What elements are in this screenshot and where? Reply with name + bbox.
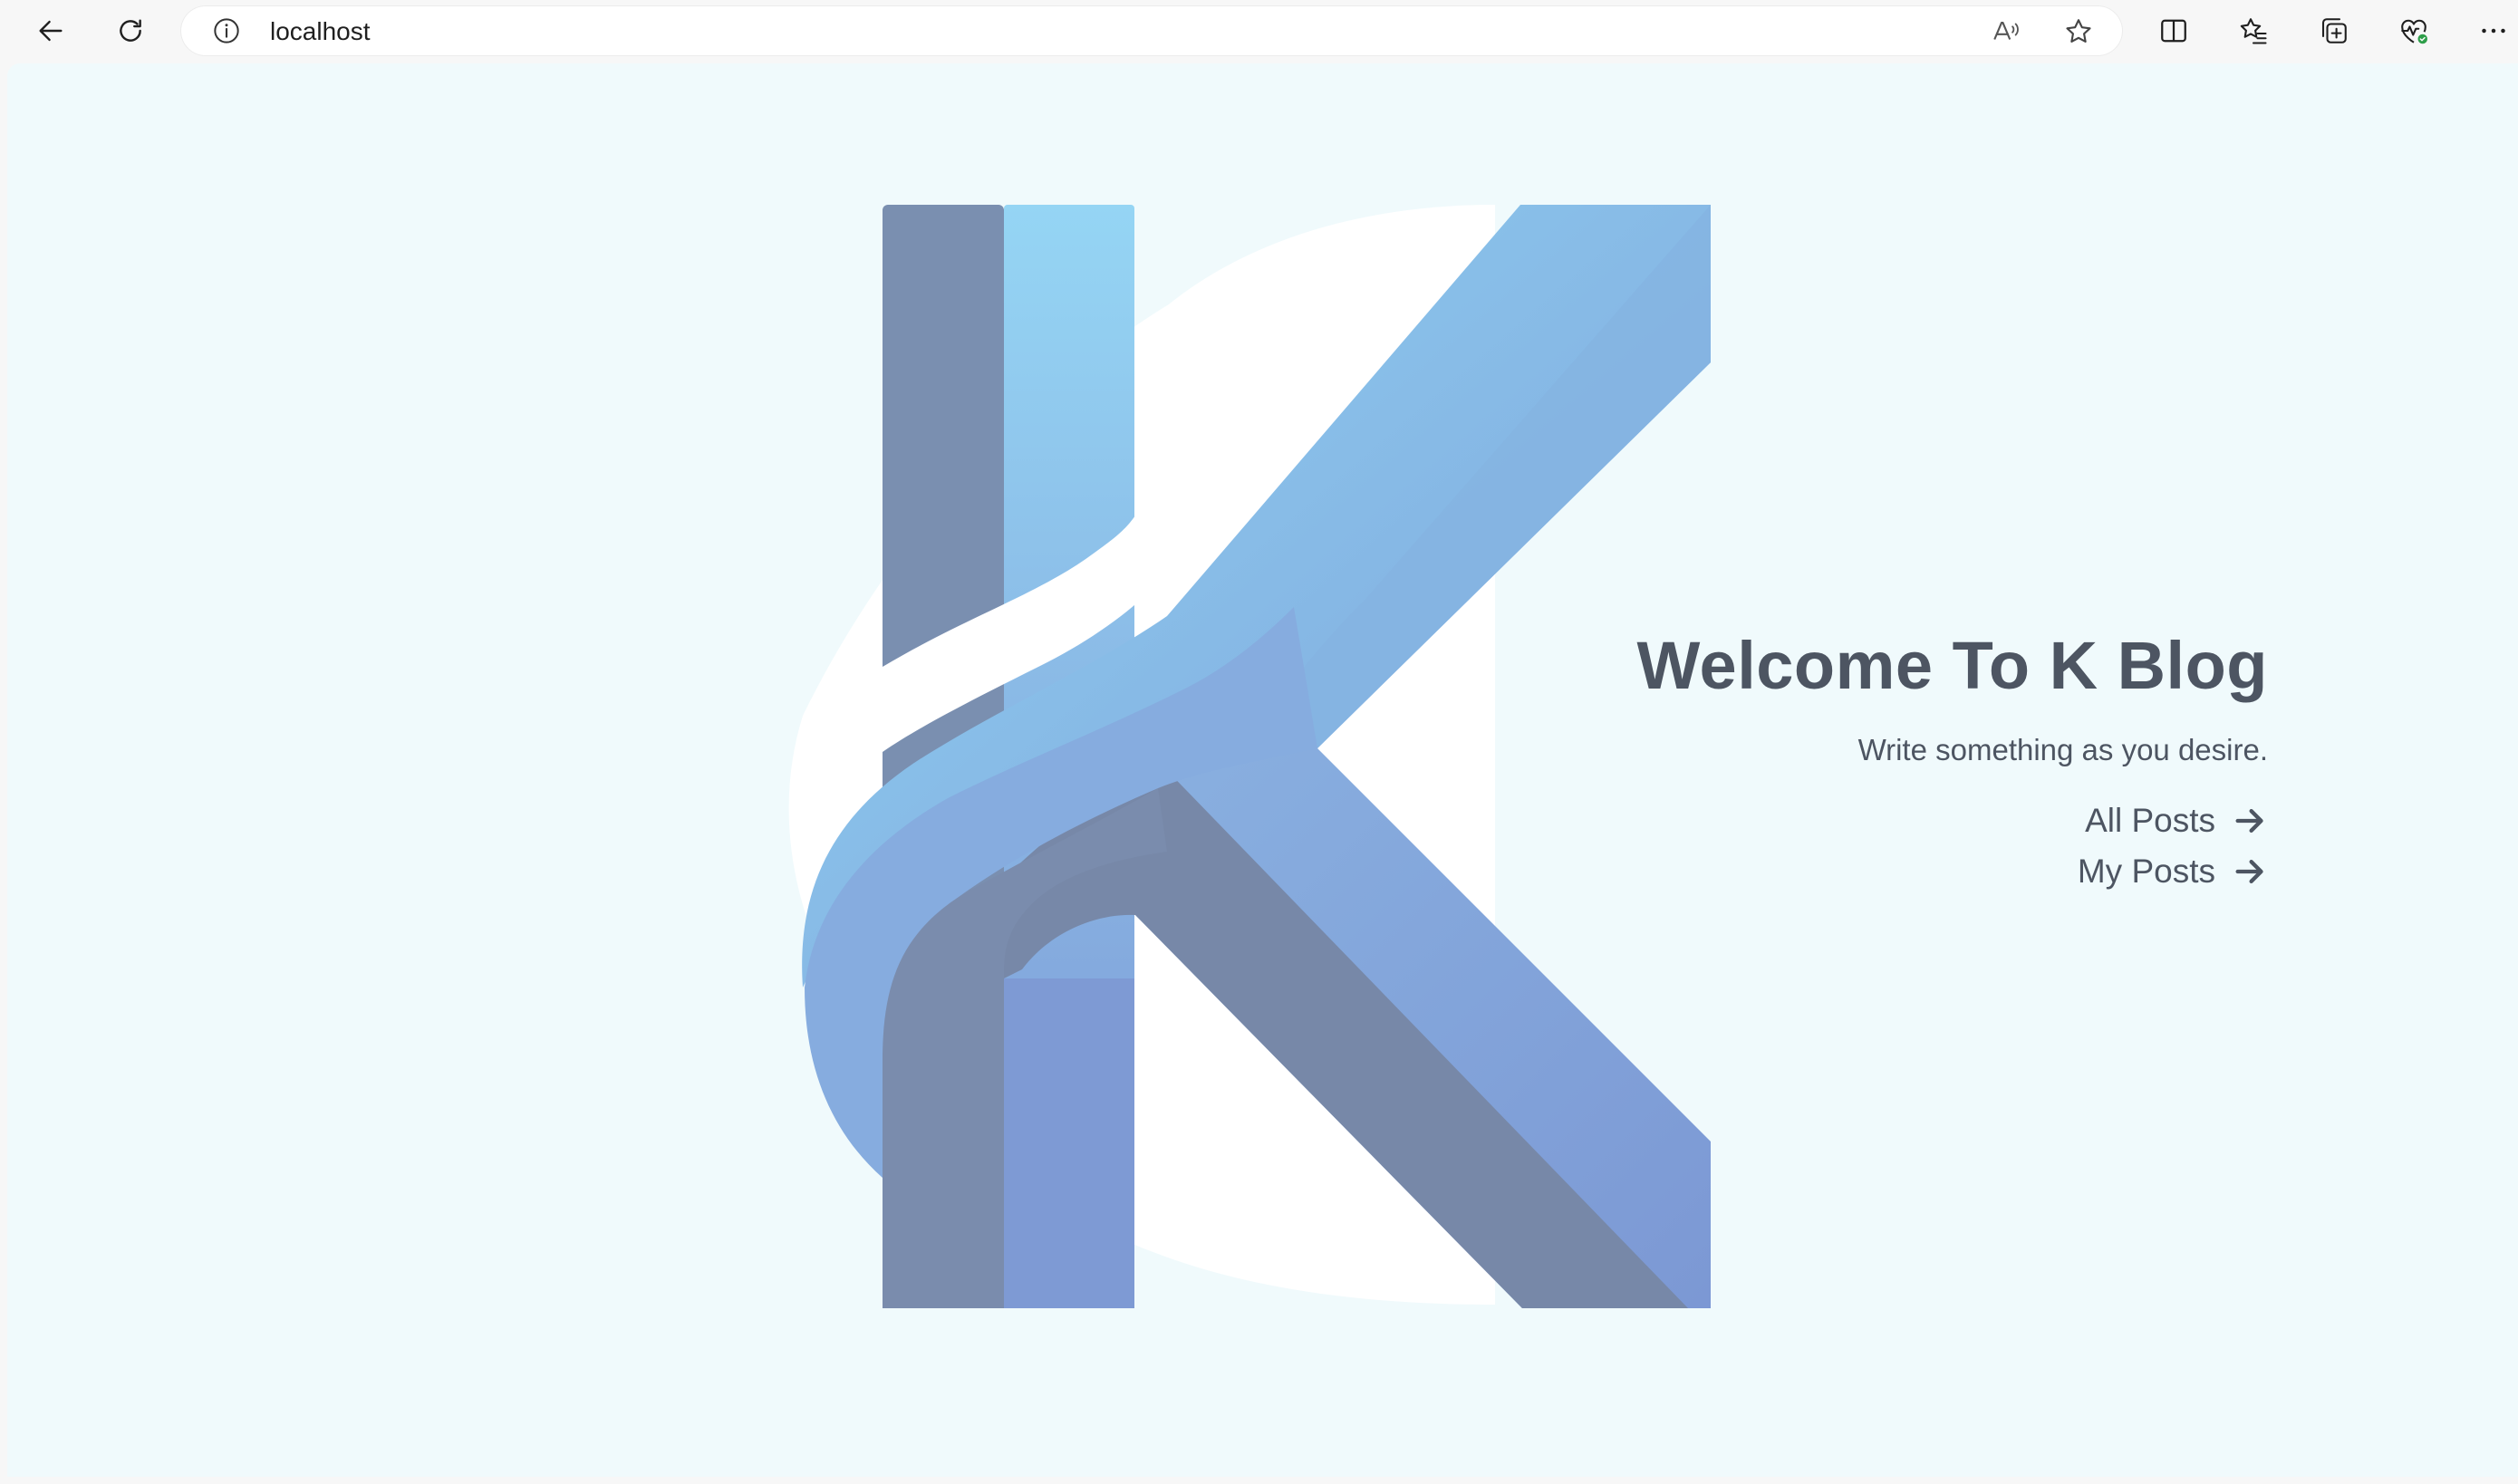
more-button[interactable] bbox=[2473, 11, 2514, 51]
read-aloud-button[interactable] bbox=[1990, 15, 2022, 48]
collections-button[interactable] bbox=[2313, 11, 2355, 51]
arrow-right-icon bbox=[2235, 860, 2263, 883]
heart-pulse-icon bbox=[2401, 19, 2427, 44]
my-posts-label: My Posts bbox=[2077, 853, 2215, 890]
favorites-list-icon bbox=[2240, 18, 2267, 44]
page-viewport: Welcome To K Blog Write something as you… bbox=[7, 63, 2518, 1477]
page-subtitle: Write something as you desire. bbox=[1857, 733, 2268, 766]
arrow-right-icon bbox=[2235, 809, 2263, 833]
all-posts-label: All Posts bbox=[2085, 802, 2215, 839]
favorite-button[interactable] bbox=[2062, 15, 2095, 48]
more-icon bbox=[2482, 28, 2505, 34]
back-button[interactable] bbox=[25, 7, 76, 54]
page-title: Welcome To K Blog bbox=[1636, 628, 2268, 703]
refresh-button[interactable] bbox=[105, 7, 156, 54]
url-text[interactable]: localhost bbox=[270, 18, 371, 45]
read-aloud-icon bbox=[1993, 22, 2019, 40]
hero-links: All Posts My Posts bbox=[1637, 801, 2268, 891]
my-posts-link[interactable]: My Posts bbox=[2078, 852, 2268, 891]
all-posts-link[interactable]: All Posts bbox=[2085, 801, 2268, 841]
address-bar[interactable]: localhost bbox=[181, 6, 2122, 55]
performance-button[interactable] bbox=[2393, 11, 2435, 51]
split-screen-button[interactable] bbox=[2153, 11, 2195, 51]
arrow-left-icon bbox=[39, 20, 63, 42]
refresh-icon bbox=[120, 19, 141, 42]
split-screen-icon bbox=[2161, 19, 2186, 43]
favorites-button[interactable] bbox=[2233, 11, 2274, 51]
info-icon[interactable] bbox=[212, 16, 241, 45]
star-icon bbox=[2066, 19, 2091, 43]
hero-section: Welcome To K Blog Write something as you… bbox=[1637, 625, 2268, 891]
collections-icon bbox=[2321, 18, 2347, 43]
browser-toolbar: localhost bbox=[0, 0, 2518, 62]
